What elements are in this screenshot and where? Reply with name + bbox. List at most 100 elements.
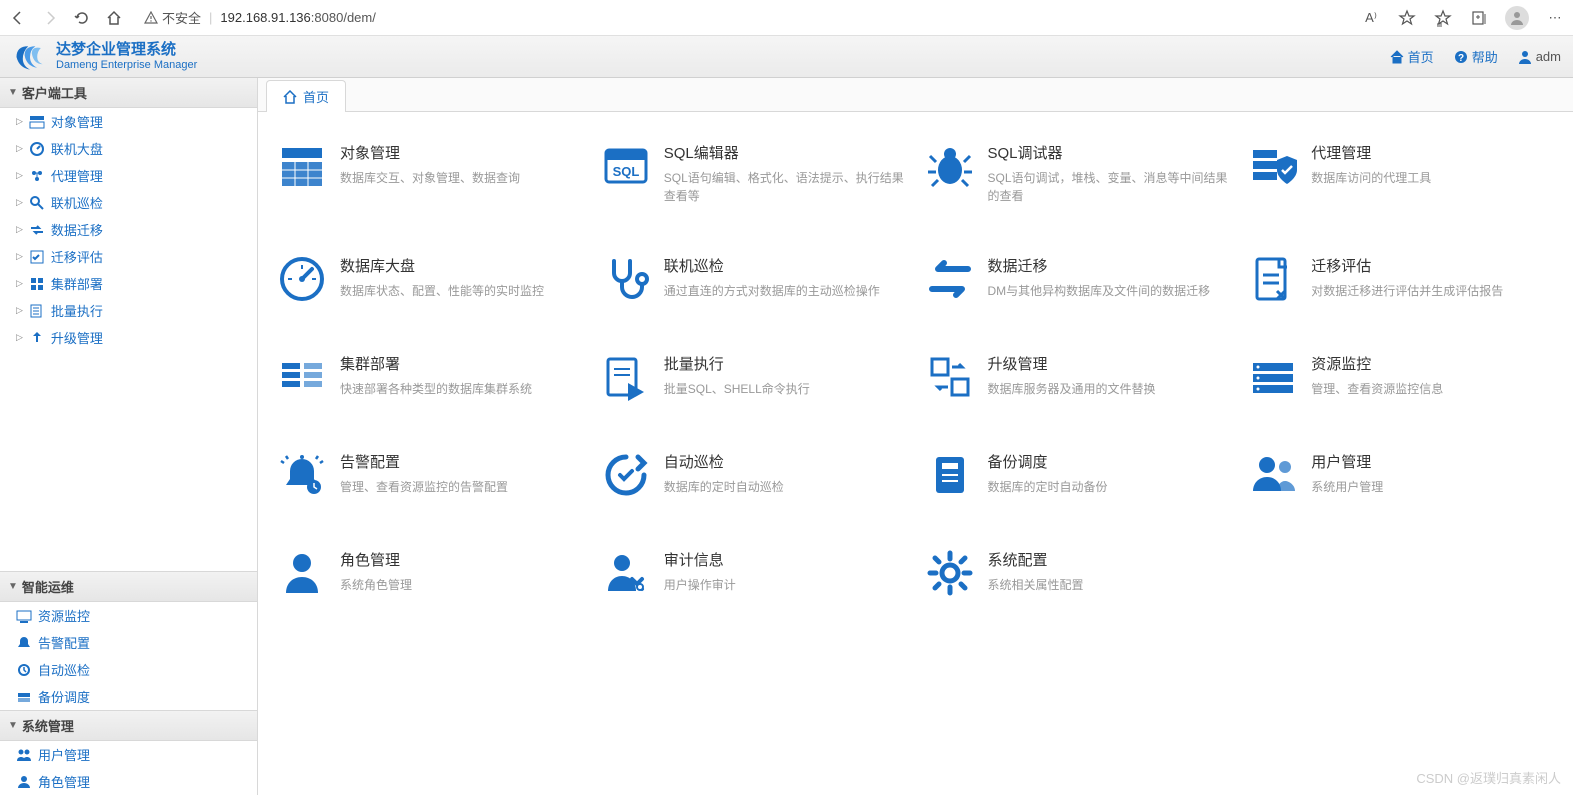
feature-card[interactable]: 备份调度 数据库的定时自动备份 bbox=[926, 451, 1230, 499]
sidebar-item[interactable]: 备份调度 bbox=[0, 683, 257, 710]
report-icon bbox=[1249, 255, 1297, 303]
feature-card[interactable]: 集群部署 快速部署各种类型的数据库集群系统 bbox=[278, 353, 582, 401]
feature-card[interactable]: 角色管理 系统角色管理 bbox=[278, 549, 582, 597]
profile-avatar[interactable] bbox=[1505, 6, 1529, 30]
sidebar-item[interactable]: ▷对象管理 bbox=[0, 108, 257, 135]
card-title: 集群部署 bbox=[340, 353, 582, 374]
url-text: 192.168.91.136:8080/dem/ bbox=[220, 10, 375, 25]
card-title: 批量执行 bbox=[664, 353, 906, 374]
feature-card[interactable]: 迁移评估 对数据迁移进行评估并生成评估报告 bbox=[1249, 255, 1553, 303]
feature-card[interactable]: 系统配置 系统相关属性配置 bbox=[926, 549, 1230, 597]
feature-card[interactable]: 升级管理 数据库服务器及通用的文件替换 bbox=[926, 353, 1230, 401]
triangle-right-icon: ▷ bbox=[16, 278, 23, 289]
feature-card[interactable]: 批量执行 批量SQL、SHELL命令执行 bbox=[602, 353, 906, 401]
favorite-icon[interactable] bbox=[1397, 8, 1417, 28]
card-title: 自动巡检 bbox=[664, 451, 906, 472]
sidebar-item[interactable]: 用户管理 bbox=[0, 741, 257, 768]
feature-card[interactable]: SQL调试器 SQL语句调试，堆栈、变量、消息等中间结果的查看 bbox=[926, 142, 1230, 205]
card-title: 用户管理 bbox=[1311, 451, 1553, 472]
feature-card[interactable]: SQL SQL编辑器 SQL语句编辑、格式化、语法提示、执行结果查看等 bbox=[602, 142, 906, 205]
feature-card[interactable]: 对象管理 数据库交互、对象管理、数据查询 bbox=[278, 142, 582, 205]
card-title: 升级管理 bbox=[988, 353, 1230, 374]
batch-run-icon bbox=[602, 353, 650, 401]
triangle-right-icon: ▷ bbox=[16, 197, 23, 208]
back-button[interactable] bbox=[8, 8, 28, 28]
sidebar-group-header[interactable]: ▼客户端工具 bbox=[0, 78, 257, 108]
app-header: 达梦企业管理系统 Dameng Enterprise Manager 首页 ? … bbox=[0, 36, 1573, 78]
nav-help[interactable]: ? 帮助 bbox=[1454, 47, 1498, 66]
read-aloud-icon[interactable]: A⁾ bbox=[1361, 8, 1381, 28]
logo-title-en: Dameng Enterprise Manager bbox=[56, 59, 197, 71]
sidebar-group-header[interactable]: ▼系统管理 bbox=[0, 710, 257, 741]
feature-card[interactable]: 代理管理 数据库访问的代理工具 bbox=[1249, 142, 1553, 205]
card-title: 数据迁移 bbox=[988, 255, 1230, 276]
sidebar-item-label: 对象管理 bbox=[51, 112, 103, 131]
forward-button[interactable] bbox=[40, 8, 60, 28]
card-title: SQL编辑器 bbox=[664, 142, 906, 163]
logo[interactable]: 达梦企业管理系统 Dameng Enterprise Manager bbox=[12, 39, 197, 75]
bug-icon bbox=[926, 142, 974, 190]
card-desc: 数据库交互、对象管理、数据查询 bbox=[340, 169, 582, 187]
sidebar-item[interactable]: 角色管理 bbox=[0, 768, 257, 795]
sidebar-item[interactable]: 自动巡检 bbox=[0, 656, 257, 683]
sidebar-item-label: 数据迁移 bbox=[51, 220, 103, 239]
address-bar[interactable]: 不安全 | 192.168.91.136:8080/dem/ bbox=[136, 8, 1349, 27]
home-icon bbox=[1390, 50, 1404, 64]
collections-icon[interactable] bbox=[1469, 8, 1489, 28]
main-area: 首页 对象管理 数据库交互、对象管理、数据查询 SQL SQL编辑器 SQL语句… bbox=[258, 78, 1573, 795]
card-desc: 数据库服务器及通用的文件替换 bbox=[988, 380, 1230, 398]
warning-icon bbox=[144, 11, 158, 25]
card-title: 备份调度 bbox=[988, 451, 1230, 472]
sidebar-item-label: 迁移评估 bbox=[51, 247, 103, 266]
home-button[interactable] bbox=[104, 8, 124, 28]
sidebar-item[interactable]: ▷升级管理 bbox=[0, 324, 257, 351]
sidebar-item[interactable]: 资源监控 bbox=[0, 602, 257, 629]
sidebar-item-label: 自动巡检 bbox=[38, 660, 90, 679]
transfer-icon bbox=[926, 255, 974, 303]
sidebar-item[interactable]: ▷联机巡检 bbox=[0, 189, 257, 216]
feature-card[interactable]: 资源监控 管理、查看资源监控信息 bbox=[1249, 353, 1553, 401]
feature-card[interactable]: 联机巡检 通过直连的方式对数据库的主动巡检操作 bbox=[602, 255, 906, 303]
browser-toolbar: 不安全 | 192.168.91.136:8080/dem/ A⁾ ⋯ bbox=[0, 0, 1573, 36]
sidebar-item[interactable]: ▷代理管理 bbox=[0, 162, 257, 189]
card-desc: 通过直连的方式对数据库的主动巡检操作 bbox=[664, 282, 906, 300]
role-big-icon bbox=[278, 549, 326, 597]
card-desc: 管理、查看资源监控的告警配置 bbox=[340, 478, 582, 496]
nav-user[interactable]: adm bbox=[1518, 49, 1561, 64]
feature-card[interactable]: 自动巡检 数据库的定时自动巡检 bbox=[602, 451, 906, 499]
sidebar-item[interactable]: ▷联机大盘 bbox=[0, 135, 257, 162]
sidebar-item[interactable]: ▷集群部署 bbox=[0, 270, 257, 297]
sidebar-item-label: 批量执行 bbox=[51, 301, 103, 320]
card-desc: 数据库状态、配置、性能等的实时监控 bbox=[340, 282, 582, 300]
feature-card[interactable]: 用户管理 系统用户管理 bbox=[1249, 451, 1553, 499]
sidebar-group-header[interactable]: ▼智能运维 bbox=[0, 571, 257, 602]
refresh-button[interactable] bbox=[72, 8, 92, 28]
sidebar-item[interactable]: 告警配置 bbox=[0, 629, 257, 656]
feature-card[interactable]: 数据迁移 DM与其他异构数据库及文件间的数据迁移 bbox=[926, 255, 1230, 303]
favorites-list-icon[interactable] bbox=[1433, 8, 1453, 28]
nav-home[interactable]: 首页 bbox=[1390, 47, 1434, 66]
triangle-right-icon: ▷ bbox=[16, 224, 23, 235]
home-icon bbox=[283, 90, 297, 104]
card-desc: 快速部署各种类型的数据库集群系统 bbox=[340, 380, 582, 398]
db-table-icon bbox=[278, 142, 326, 190]
triangle-down-icon: ▼ bbox=[8, 581, 18, 592]
sidebar-item[interactable]: ▷ 批量执行 bbox=[0, 297, 257, 324]
triangle-right-icon: ▷ bbox=[16, 143, 23, 154]
more-icon[interactable]: ⋯ bbox=[1545, 8, 1565, 28]
sidebar-item[interactable]: ▷迁移评估 bbox=[0, 243, 257, 270]
feature-card[interactable]: 审计信息 用户操作审计 bbox=[602, 549, 906, 597]
tab-home[interactable]: 首页 bbox=[266, 80, 346, 112]
card-desc: 批量SQL、SHELL命令执行 bbox=[664, 380, 906, 398]
triangle-right-icon: ▷ bbox=[16, 305, 23, 316]
svg-text:SQL: SQL bbox=[612, 164, 639, 179]
sidebar-item[interactable]: ▷ 数据迁移 bbox=[0, 216, 257, 243]
triangle-down-icon: ▼ bbox=[8, 87, 18, 98]
card-desc: 系统用户管理 bbox=[1311, 478, 1553, 496]
feature-card[interactable]: 告警配置 管理、查看资源监控的告警配置 bbox=[278, 451, 582, 499]
shield-db-icon bbox=[1249, 142, 1297, 190]
feature-card[interactable]: 数据库大盘 数据库状态、配置、性能等的实时监控 bbox=[278, 255, 582, 303]
sidebar-item-label: 告警配置 bbox=[38, 633, 90, 652]
user-icon bbox=[1518, 50, 1532, 64]
card-title: 迁移评估 bbox=[1311, 255, 1553, 276]
